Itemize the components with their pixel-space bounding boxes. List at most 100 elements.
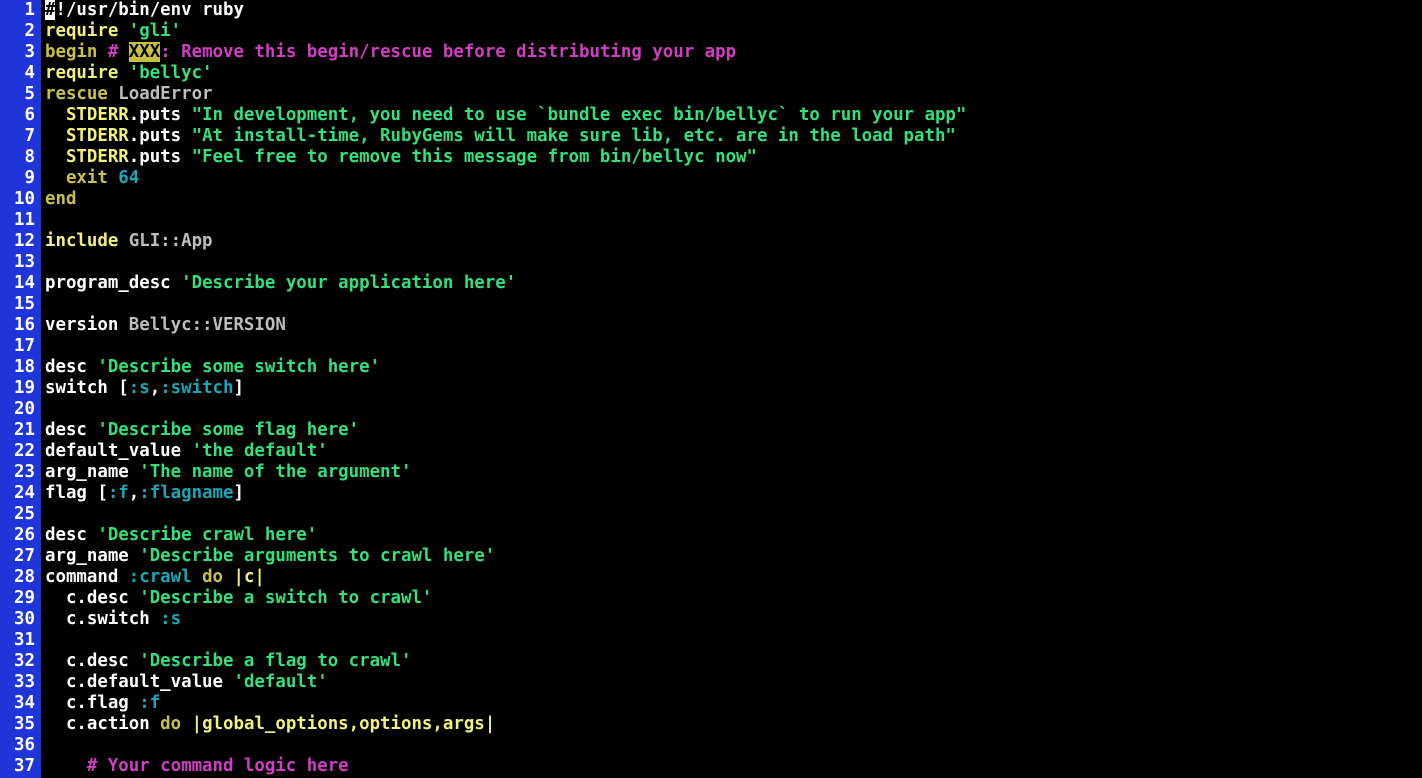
line-number: 1	[24, 0, 35, 20]
line-number: 17	[14, 336, 35, 356]
code-token: # Your command logic here	[45, 756, 349, 776]
code-line[interactable]: 12 include GLI::App	[0, 231, 1422, 252]
code-text: c.switch :s	[45, 609, 181, 629]
code-text: default_value 'the default'	[45, 441, 328, 461]
line-number: 4	[24, 63, 35, 83]
code-line[interactable]: 14 program_desc 'Describe your applicatio…	[0, 273, 1422, 294]
todo-highlight: XXX	[128, 42, 161, 62]
code-token: rescue	[45, 84, 119, 104]
code-token: STDERR	[45, 147, 129, 167]
code-line[interactable]: 15	[0, 294, 1422, 315]
code-line[interactable]: 16 version Bellyc::VERSION	[0, 315, 1422, 336]
code-token: version	[45, 315, 129, 335]
code-token: c.action	[45, 714, 161, 734]
code-line[interactable]: 3 begin # XXX: Remove this begin/rescue b…	[0, 42, 1422, 63]
text-cursor: #	[45, 0, 56, 20]
code-line[interactable]: 18 desc 'Describe some switch here'	[0, 357, 1422, 378]
code-line[interactable]: 1 #!/usr/bin/env ruby	[0, 0, 1422, 21]
code-text: command :crawl do |c|	[45, 567, 265, 587]
code-text: flag [:f,:flagname]	[45, 483, 244, 503]
code-token: LoadError	[118, 84, 213, 104]
code-text: arg_name 'The name of the argument'	[45, 462, 411, 482]
code-token: c.desc	[45, 651, 140, 671]
line-number: 23	[14, 462, 35, 482]
code-line[interactable]: 31	[0, 630, 1422, 651]
code-line[interactable]: 29 c.desc 'Describe a switch to crawl'	[0, 588, 1422, 609]
code-line[interactable]: 13	[0, 252, 1422, 273]
code-line[interactable]: 7 STDERR.puts "At install-time, RubyGems…	[0, 126, 1422, 147]
code-line[interactable]: 22 default_value 'the default'	[0, 441, 1422, 462]
code-lines[interactable]: 1 #!/usr/bin/env ruby 2 require 'gli' 3 begin…	[0, 0, 1422, 777]
code-line[interactable]: 25	[0, 504, 1422, 525]
code-text: begin # XXX: Remove this begin/rescue be…	[45, 42, 736, 62]
code-token: |global_options,options,args|	[191, 714, 496, 734]
code-line[interactable]: 24 flag [:f,:flagname]	[0, 483, 1422, 504]
line-number: 34	[14, 693, 35, 713]
code-token: .puts	[128, 147, 192, 167]
code-line[interactable]: 19 switch [:s,:switch]	[0, 378, 1422, 399]
code-line[interactable]: 23 arg_name 'The name of the argument'	[0, 462, 1422, 483]
code-text: end	[45, 189, 76, 209]
code-line[interactable]: 35 c.action do |global_options,options,a…	[0, 714, 1422, 735]
code-line[interactable]: 27 arg_name 'Describe arguments to crawl …	[0, 546, 1422, 567]
code-token: GLI::App	[128, 231, 213, 251]
code-line[interactable]: 10 end	[0, 189, 1422, 210]
code-line[interactable]: 36	[0, 735, 1422, 756]
code-token: ]	[233, 378, 244, 398]
code-line[interactable]: 26 desc 'Describe crawl here'	[0, 525, 1422, 546]
code-text: require 'bellyc'	[45, 63, 213, 83]
code-line[interactable]: 30 c.switch :s	[0, 609, 1422, 630]
line-number: 11	[14, 210, 35, 230]
code-line[interactable]: 5 rescue LoadError	[0, 84, 1422, 105]
line-number: 16	[14, 315, 35, 335]
code-line[interactable]: 17	[0, 336, 1422, 357]
line-number: 32	[14, 651, 35, 671]
code-line[interactable]: 28 command :crawl do |c|	[0, 567, 1422, 588]
code-token: STDERR	[45, 126, 129, 146]
code-line[interactable]: 11	[0, 210, 1422, 231]
line-number: 27	[14, 546, 35, 566]
line-number: 25	[14, 504, 35, 524]
line-number: 29	[14, 588, 35, 608]
line-number: 13	[14, 252, 35, 272]
code-line[interactable]: 2 require 'gli'	[0, 21, 1422, 42]
code-line[interactable]: 34 c.flag :f	[0, 693, 1422, 714]
code-line[interactable]: 4 require 'bellyc'	[0, 63, 1422, 84]
line-number: 33	[14, 672, 35, 692]
code-token: arg_name	[45, 462, 140, 482]
code-line[interactable]: 6 STDERR.puts "In development, you need …	[0, 105, 1422, 126]
code-token: 'the default'	[191, 441, 328, 461]
code-line[interactable]: 21 desc 'Describe some flag here'	[0, 420, 1422, 441]
line-number: 18	[14, 357, 35, 377]
code-token: 'The name of the argument'	[139, 462, 412, 482]
code-text: arg_name 'Describe arguments to crawl he…	[45, 546, 495, 566]
code-line[interactable]: 9 exit 64	[0, 168, 1422, 189]
code-token: do	[202, 567, 234, 587]
code-token: exit	[45, 168, 119, 188]
code-token: STDERR	[45, 105, 129, 125]
code-line[interactable]: 33 c.default_value 'default'	[0, 672, 1422, 693]
line-number: 10	[14, 189, 35, 209]
code-line[interactable]: 20	[0, 399, 1422, 420]
code-token: 'Describe some switch here'	[97, 357, 381, 377]
vim-editor[interactable]: 1 #!/usr/bin/env ruby 2 require 'gli' 3 begin…	[0, 0, 1422, 778]
code-token: 'Describe a switch to crawl'	[139, 588, 433, 608]
code-token: c.desc	[45, 588, 140, 608]
code-token: 'Describe a flag to crawl'	[139, 651, 412, 671]
code-text: desc 'Describe crawl here'	[45, 525, 317, 545]
code-text: #!/usr/bin/env ruby	[45, 0, 244, 20]
code-text: c.flag :f	[45, 693, 160, 713]
code-token: desc	[45, 420, 98, 440]
line-number: 6	[24, 105, 35, 125]
code-text: version Bellyc::VERSION	[45, 315, 286, 335]
line-number: 7	[24, 126, 35, 146]
code-line[interactable]: 32 c.desc 'Describe a flag to crawl'	[0, 651, 1422, 672]
code-line[interactable]: 37 # Your command logic here	[0, 756, 1422, 777]
code-line[interactable]: 8 STDERR.puts "Feel free to remove this …	[0, 147, 1422, 168]
code-text: require 'gli'	[45, 21, 181, 41]
code-token: 'Describe some flag here'	[97, 420, 360, 440]
code-token: flag [	[45, 483, 108, 503]
code-token: arg_name	[45, 546, 140, 566]
code-token: c.default_value	[45, 672, 234, 692]
line-number: 21	[14, 420, 35, 440]
